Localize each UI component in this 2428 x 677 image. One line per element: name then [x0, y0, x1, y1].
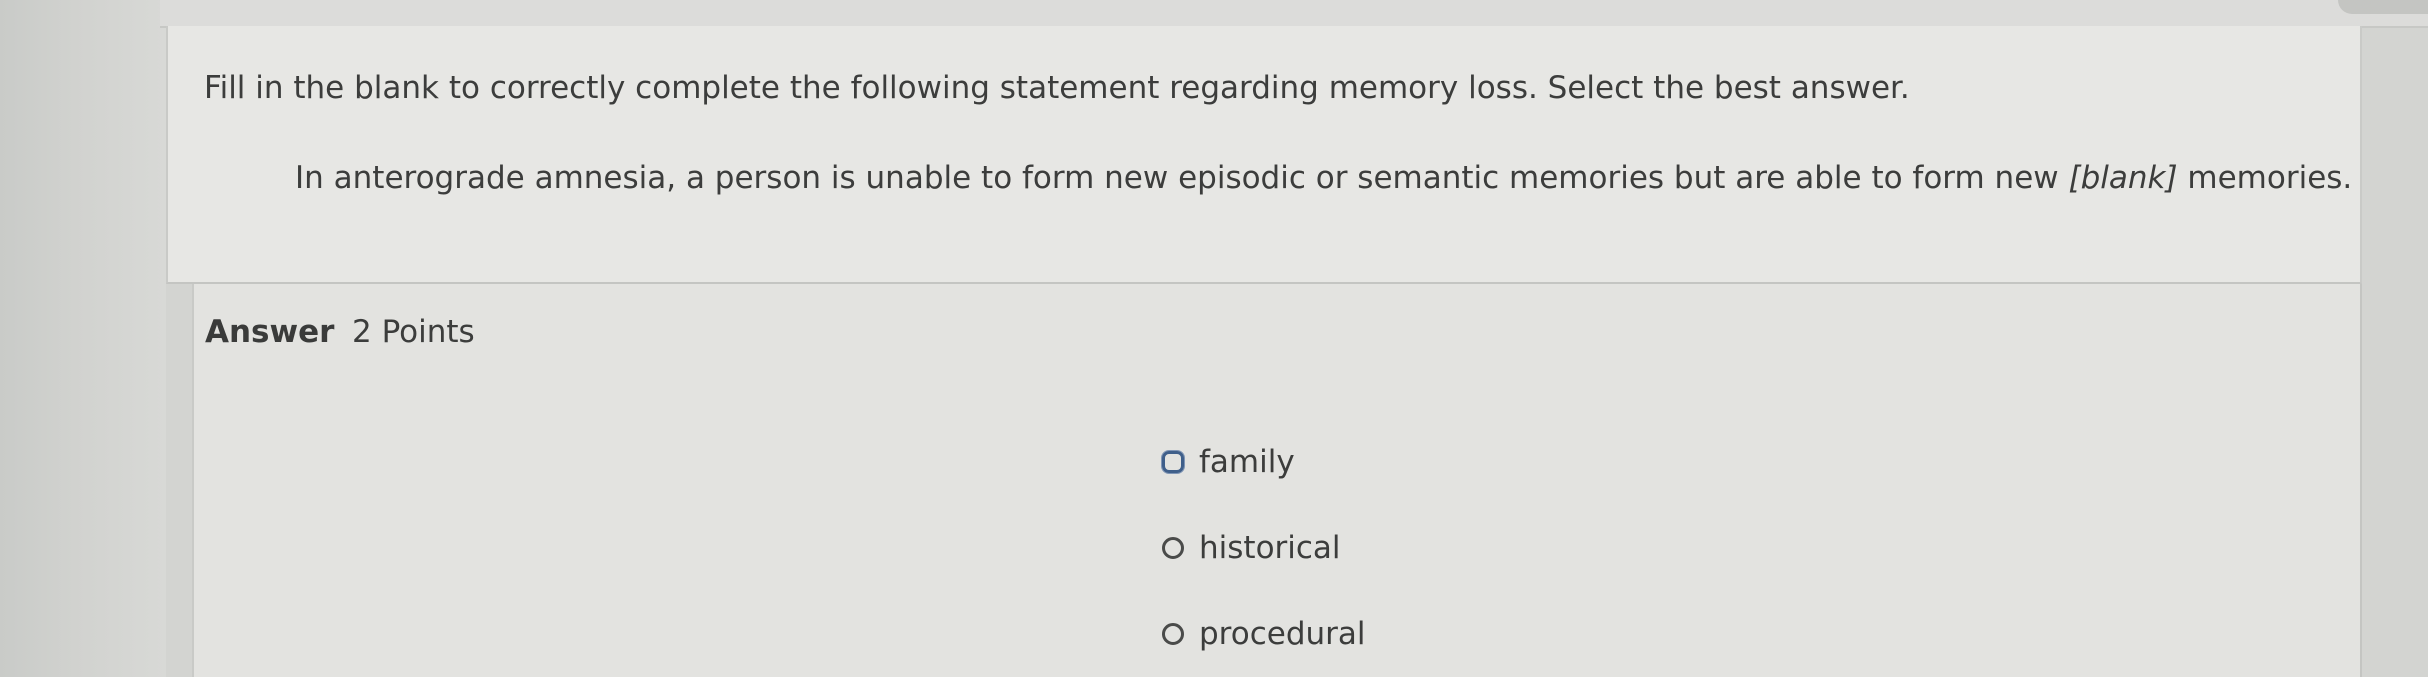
radio-icon[interactable]	[1162, 537, 1184, 559]
question-instruction: Fill in the blank to correctly complete …	[204, 70, 1910, 106]
top-bar	[160, 0, 2428, 28]
statement-text-after: memories.	[2177, 160, 2353, 196]
option-historical[interactable]: historical	[1162, 528, 1341, 568]
page-gutter	[0, 0, 166, 677]
radio-icon[interactable]	[1162, 623, 1184, 645]
corner-shadow	[2338, 0, 2428, 14]
option-label: procedural	[1199, 616, 1366, 652]
statement-text-before: In anterograde amnesia, a person is unab…	[295, 160, 2069, 196]
question-card: Fill in the blank to correctly complete …	[166, 26, 2362, 284]
points-label: 2 Points	[352, 314, 475, 350]
option-label: historical	[1199, 530, 1341, 566]
answer-label: Answer	[205, 314, 335, 350]
option-label: family	[1199, 444, 1295, 480]
option-family[interactable]: family	[1162, 442, 1295, 482]
statement-blank: [blank]	[2068, 160, 2178, 196]
radio-icon[interactable]	[1162, 451, 1184, 473]
option-procedural[interactable]: procedural	[1162, 614, 1366, 654]
question-statement: In anterograde amnesia, a person is unab…	[295, 158, 2352, 198]
answer-section: Answer 2 Points family historical proced…	[192, 284, 2362, 677]
